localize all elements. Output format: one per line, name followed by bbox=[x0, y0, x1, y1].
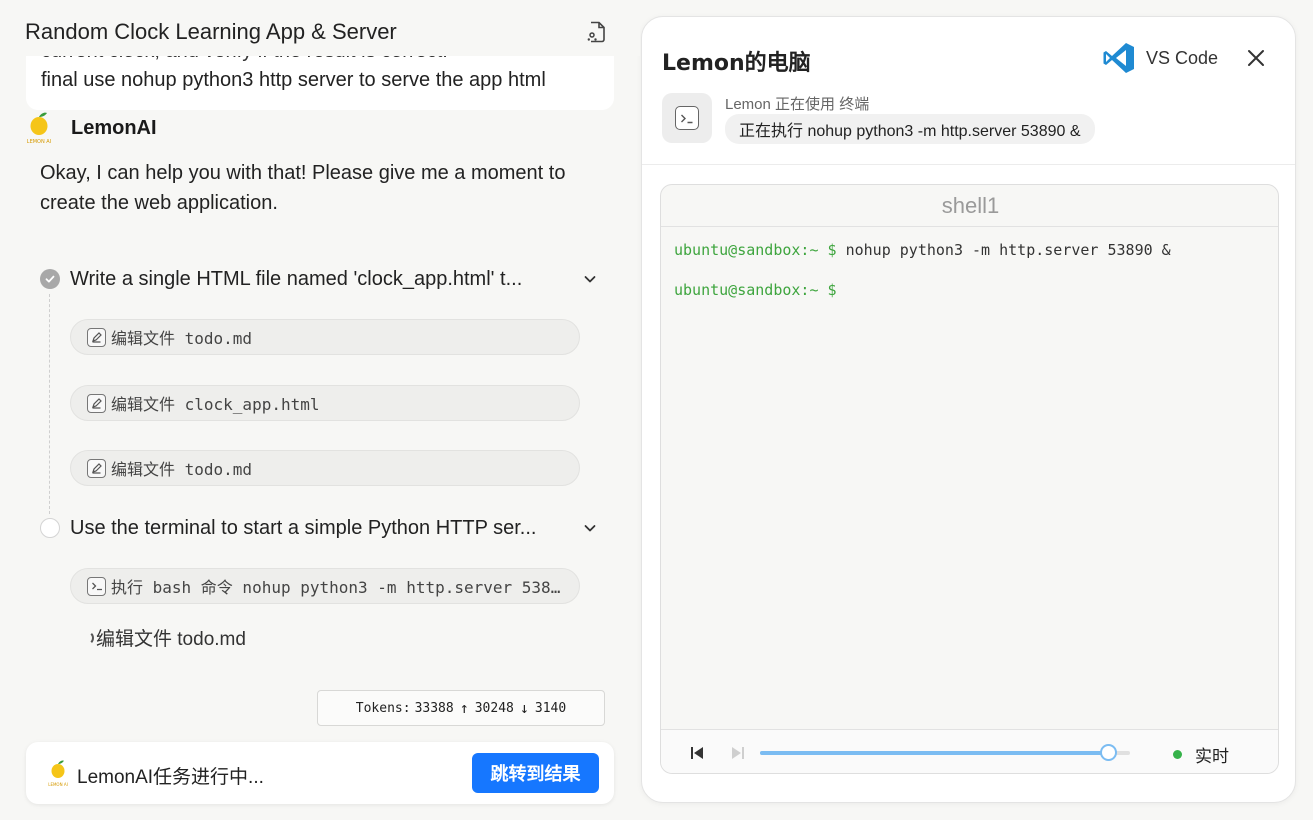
skip-back-icon[interactable] bbox=[688, 744, 706, 762]
playback-slider-handle[interactable] bbox=[1099, 744, 1117, 761]
share-file-icon[interactable] bbox=[586, 21, 608, 43]
step-1[interactable]: Write a single HTML file named 'clock_ap… bbox=[40, 265, 605, 293]
pending-action: 编辑文件 todo.md bbox=[80, 624, 246, 651]
terminal-line: ubuntu@sandbox:~ $ bbox=[674, 281, 837, 299]
check-circle-icon bbox=[40, 269, 60, 289]
arrow-down-icon: ↓ bbox=[519, 699, 529, 717]
tool-call-edit-clock-app[interactable]: 编辑文件 clock_app.html bbox=[70, 385, 580, 421]
terminal-icon bbox=[87, 576, 106, 596]
tokens-total: 33388 bbox=[414, 700, 454, 716]
user-message-line-last: final use nohup python3 http server to s… bbox=[41, 69, 546, 91]
close-icon[interactable] bbox=[1246, 48, 1266, 68]
token-counter: Tokens: 33388 ↑ 30248 ↓ 3140 bbox=[317, 690, 605, 726]
chat-header: Random Clock Learning App & Server bbox=[0, 0, 640, 56]
loading-spinner-icon bbox=[80, 630, 94, 645]
chevron-down-icon[interactable] bbox=[582, 271, 598, 287]
ai-header: LEMON AI LemonAI bbox=[24, 111, 157, 145]
step-2[interactable]: Use the terminal to start a simple Pytho… bbox=[40, 514, 605, 542]
tool-call-edit-todo-2[interactable]: 编辑文件 todo.md bbox=[70, 450, 580, 486]
tokens-label: Tokens: bbox=[355, 700, 411, 716]
live-indicator[interactable]: 实时 bbox=[1173, 742, 1229, 767]
terminal-prompt: ubuntu@sandbox:~ $ bbox=[674, 241, 837, 259]
terminal-line: ubuntu@sandbox:~ $ nohup python3 -m http… bbox=[674, 241, 1171, 259]
live-label: 实时 bbox=[1195, 747, 1229, 766]
lemonai-logo-icon: LEMON AI bbox=[24, 111, 54, 145]
step-2-label: Use the terminal to start a simple Pytho… bbox=[70, 516, 537, 539]
computer-panel: Lemon的电脑 VS Code Lemon 正在使用 终端 正在执行 nohu… bbox=[641, 16, 1296, 803]
tool-call-text: 编辑文件 clock_app.html bbox=[111, 395, 320, 414]
step-1-label: Write a single HTML file named 'clock_ap… bbox=[70, 267, 523, 290]
edit-file-icon bbox=[87, 393, 106, 413]
tool-call-edit-todo[interactable]: 编辑文件 todo.md bbox=[70, 319, 580, 355]
tokens-down: 3140 bbox=[534, 700, 567, 716]
arrow-up-icon: ↑ bbox=[459, 699, 469, 717]
playback-controls: 实时 bbox=[661, 729, 1278, 773]
chevron-down-icon[interactable] bbox=[582, 520, 598, 536]
computer-title: Lemon的电脑 bbox=[662, 51, 811, 76]
empty-circle-icon bbox=[40, 518, 60, 538]
svg-text:LEMON AI: LEMON AI bbox=[48, 782, 68, 787]
divider bbox=[642, 164, 1295, 165]
activity-action: 正在执行 nohup python3 -m http.server 53890 … bbox=[725, 114, 1095, 144]
playback-slider[interactable] bbox=[760, 744, 1130, 761]
terminal-command: nohup python3 -m http.server 53890 & bbox=[836, 241, 1171, 259]
skip-forward-icon[interactable] bbox=[729, 744, 747, 762]
ai-name: LemonAI bbox=[71, 116, 157, 139]
tool-call-bash[interactable]: 执行 bash 命令 nohup python3 -m http.server … bbox=[70, 568, 580, 604]
vscode-icon bbox=[1103, 43, 1134, 73]
playback-slider-fill bbox=[760, 751, 1108, 755]
task-status-bar: LEMON AI LemonAI任务进行中... 跳转到结果 bbox=[26, 742, 614, 804]
tool-call-text: 执行 bash 命令 nohup python3 -m http.server … bbox=[111, 578, 561, 597]
tool-call-text: 编辑文件 todo.md bbox=[111, 460, 253, 479]
activity-subtitle: Lemon 正在使用 终端 bbox=[725, 96, 870, 113]
app-indicator: VS Code bbox=[1102, 41, 1218, 75]
page-title: Random Clock Learning App & Server bbox=[25, 19, 397, 44]
edit-file-icon bbox=[87, 458, 106, 478]
lemonai-logo-icon: LEMON AI bbox=[46, 759, 70, 787]
task-status-text: LemonAI任务进行中... bbox=[77, 767, 264, 788]
jump-to-result-button[interactable]: 跳转到结果 bbox=[472, 753, 599, 793]
pending-action-text: 编辑文件 todo.md bbox=[96, 629, 246, 650]
chat-panel: current clock, and verify if the result … bbox=[0, 0, 640, 820]
app-name: VS Code bbox=[1146, 47, 1219, 68]
step-connector-line bbox=[49, 294, 50, 514]
terminal-tab[interactable]: shell1 bbox=[661, 185, 1278, 227]
tokens-up: 30248 bbox=[474, 700, 514, 716]
live-dot-icon bbox=[1173, 750, 1182, 759]
svg-text:LEMON AI: LEMON AI bbox=[27, 139, 51, 145]
terminal-window[interactable]: shell1 ubuntu@sandbox:~ $ nohup python3 … bbox=[660, 184, 1279, 774]
terminal-icon bbox=[662, 93, 712, 143]
terminal-prompt: ubuntu@sandbox:~ $ bbox=[674, 281, 837, 299]
ai-reply-text: Okay, I can help you with that! Please g… bbox=[40, 162, 566, 214]
tool-call-text: 编辑文件 todo.md bbox=[111, 329, 253, 348]
edit-file-icon bbox=[87, 327, 106, 347]
